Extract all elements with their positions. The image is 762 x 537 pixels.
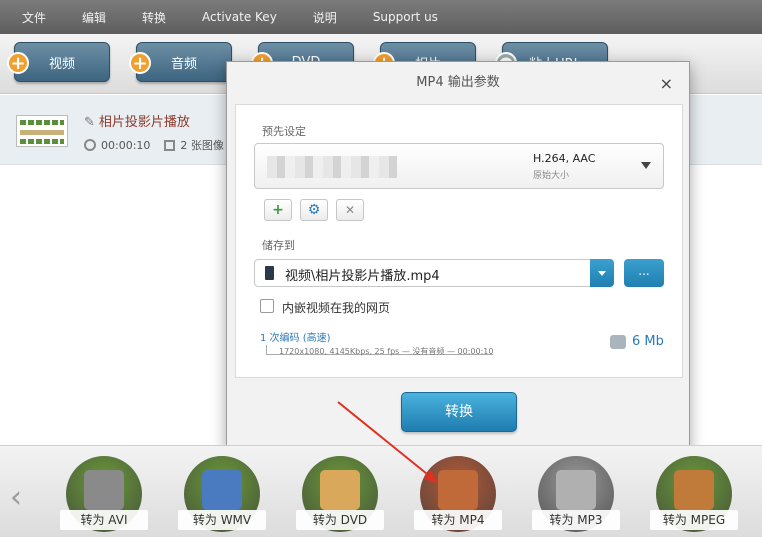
save-path-field[interactable]: 视频\相片投影片播放.mp4: [254, 259, 612, 287]
plus-icon: +: [129, 52, 151, 74]
close-icon[interactable]: ×: [660, 74, 673, 93]
encoding-detail: 1720x1080, 4145Kbps, 25 fps — 没有音频 — 00:…: [266, 345, 494, 356]
menu-bar: 文件 编辑 转换 Activate Key 说明 Support us: [0, 0, 762, 34]
thumb-strip: [20, 139, 64, 144]
format-label: 转为 MP4: [414, 510, 502, 530]
save-path-text: 视频\相片投影片播放.mp4: [285, 269, 440, 284]
format-label: 转为 WMV: [178, 510, 266, 530]
embed-label: 内嵌视频在我的网页: [282, 301, 391, 315]
format-button-5[interactable]: 转为 MPEG: [650, 456, 738, 536]
delete-preset-button[interactable]: ✕: [336, 199, 364, 221]
file-name-text: 相片投影片播放: [98, 115, 190, 130]
file-size: 6 Mb: [632, 334, 664, 349]
browse-button[interactable]: ...: [624, 259, 664, 287]
preset-name-blurred: [267, 156, 397, 178]
menu-activate-key[interactable]: Activate Key: [202, 10, 277, 24]
film-icon: [164, 139, 176, 151]
format-icon: [556, 470, 596, 510]
dialog-title: MP4 输出参数: [416, 75, 500, 90]
preset-dropdown[interactable]: H.264, AAC 原始大小: [254, 143, 664, 189]
convert-button[interactable]: 转换: [401, 392, 517, 432]
file-duration: 00:00:10: [101, 138, 151, 152]
format-button-3[interactable]: 转为 MP4: [414, 456, 502, 536]
clock-icon: [84, 139, 96, 151]
add-preset-button[interactable]: +: [264, 199, 292, 221]
thumb-strip: [20, 120, 64, 125]
file-thumbnail: [16, 115, 68, 147]
preset-codec: H.264, AAC: [533, 152, 596, 165]
menu-file[interactable]: 文件: [22, 9, 46, 26]
file-icon: [265, 266, 274, 280]
menu-support[interactable]: Support us: [373, 10, 438, 24]
format-icon: [438, 470, 478, 510]
menu-convert[interactable]: 转换: [142, 9, 166, 26]
add-video-label: 视频: [48, 56, 75, 72]
menu-help[interactable]: 说明: [313, 9, 337, 26]
thumb-strip: [20, 130, 64, 135]
add-video-button[interactable]: + 视频: [7, 42, 110, 82]
file-name[interactable]: ✎ 相片投影片播放: [84, 111, 190, 130]
file-images: 2 张图像: [180, 139, 224, 152]
save-to-label: 储存到: [262, 239, 295, 252]
gear-icon[interactable]: ⚙: [300, 199, 328, 221]
menu-edit[interactable]: 编辑: [82, 9, 106, 26]
dialog-panel: 预先设定 H.264, AAC 原始大小 + ⚙ ✕ 储存到 视频\相片投影片播…: [235, 104, 683, 378]
format-button-2[interactable]: 转为 DVD: [296, 456, 384, 536]
embed-checkbox[interactable]: [260, 299, 274, 313]
format-icon: [674, 470, 714, 510]
format-button-1[interactable]: 转为 WMV: [178, 456, 266, 536]
encoding-link[interactable]: 1 次编码 (高速): [260, 329, 331, 344]
chevron-down-icon[interactable]: [641, 162, 651, 169]
format-icon: [320, 470, 360, 510]
add-audio-button[interactable]: + 音频: [129, 42, 232, 82]
preset-size: 原始大小: [533, 171, 570, 181]
mp4-output-dialog: MP4 输出参数 × 预先设定 H.264, AAC 原始大小 + ⚙ ✕ 储存…: [226, 61, 690, 451]
add-audio-label: 音频: [170, 56, 197, 72]
format-label: 转为 MPEG: [650, 510, 738, 530]
format-label: 转为 AVI: [60, 510, 148, 530]
format-icon: [202, 470, 242, 510]
format-label: 转为 MP3: [532, 510, 620, 530]
format-label: 转为 DVD: [296, 510, 384, 530]
chevron-left-icon[interactable]: ‹: [10, 480, 22, 515]
weight-icon: [610, 335, 626, 349]
path-dropdown-button[interactable]: [590, 259, 614, 287]
format-icon: [84, 470, 124, 510]
plus-icon: +: [7, 52, 29, 74]
format-button-4[interactable]: 转为 MP3: [532, 456, 620, 536]
format-bar: ‹ 转为 AVI 转为 WMV 转为 DVD 转为 MP4 转为 MP3 转为 MPEG: [0, 445, 762, 537]
pencil-icon[interactable]: ✎: [84, 115, 95, 130]
file-meta: 00:00:10 2 张图像: [84, 137, 224, 153]
format-button-0[interactable]: 转为 AVI: [60, 456, 148, 536]
preset-label: 预先设定: [262, 125, 306, 138]
